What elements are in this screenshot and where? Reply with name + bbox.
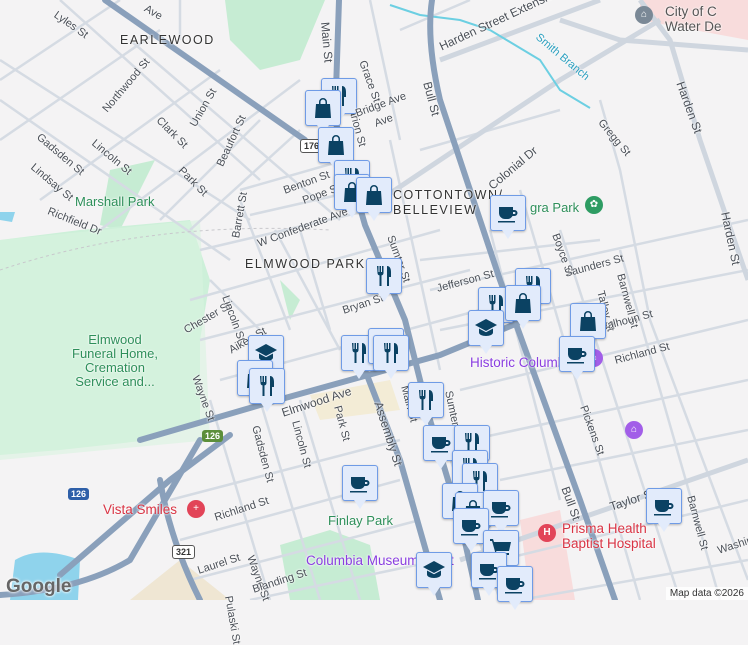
cafe-icon (496, 201, 520, 225)
cafe-marker[interactable] (490, 195, 526, 239)
map-attribution[interactable]: Map data ©2026 (665, 587, 748, 600)
restaurant-marker[interactable] (408, 382, 444, 426)
restaurant-marker[interactable] (249, 368, 285, 412)
cafe-icon (489, 496, 513, 520)
shopping-marker[interactable] (305, 90, 341, 134)
google-logo: Google (6, 576, 72, 597)
poi-line: Service and... (75, 374, 155, 389)
shopping-icon (324, 133, 348, 157)
park-finlay: Finlay Park (328, 513, 394, 528)
restaurant-icon (372, 264, 396, 288)
park-pin-icon[interactable]: ✿ (585, 196, 603, 214)
poi-line: Cremation (85, 360, 145, 375)
shopping-icon (576, 309, 600, 333)
neighborhood-earlewood: EARLEWOOD (120, 33, 215, 47)
cafe-icon (429, 431, 453, 455)
cafe-icon (348, 471, 372, 495)
education-icon (474, 316, 498, 340)
park-segra: gra Park (530, 200, 580, 215)
dentist-pin-icon[interactable]: + (187, 500, 205, 518)
cafe-marker[interactable] (342, 465, 378, 509)
restaurant-marker[interactable] (373, 335, 409, 379)
education-icon (422, 558, 446, 582)
government-pin-icon[interactable]: ⌂ (635, 6, 653, 24)
restaurant-icon (414, 388, 438, 412)
hospital-pin-icon[interactable]: H (538, 524, 556, 542)
route-321-shield: 321 (172, 545, 196, 559)
interstate-126-shield: 126 (202, 430, 224, 442)
neighborhood-cottontown: COTTONTOWN/ (393, 188, 504, 202)
shopping-marker[interactable] (318, 127, 354, 171)
cafe-icon (652, 494, 676, 518)
poi-elmwood-funeral-home[interactable]: Elmwood Funeral Home, Cremation Service … (60, 333, 170, 389)
poi-line: City of C (665, 4, 717, 19)
restaurant-marker[interactable] (366, 258, 402, 302)
street-label: Pulaski St (222, 594, 243, 645)
shopping-marker[interactable] (570, 303, 606, 347)
cafe-icon (503, 572, 527, 596)
cafe-marker[interactable] (559, 336, 595, 380)
poi-vista-smiles[interactable]: Vista Smiles (103, 502, 177, 517)
cafe-marker[interactable] (497, 566, 533, 610)
poi-line: Prisma Health (562, 521, 647, 536)
poi-prisma-health[interactable]: Prisma Health Baptist Hospital (562, 521, 656, 551)
cafe-marker[interactable] (646, 488, 682, 532)
shopping-icon (362, 183, 386, 207)
shopping-marker[interactable] (505, 285, 541, 329)
shopping-marker[interactable] (356, 177, 392, 221)
restaurant-icon (379, 341, 403, 365)
poi-line: Water De (665, 19, 722, 34)
neighborhood-belleview: BELLEVIEW (393, 203, 478, 217)
park-marshall: Marshall Park (75, 194, 155, 209)
neighborhood-elmwood-park: ELMWOOD PARK (245, 257, 366, 271)
poi-water-department[interactable]: City of C Water De (665, 4, 722, 34)
poi-line: Baptist Hospital (562, 536, 656, 551)
cafe-icon (565, 342, 589, 366)
poi-line: Funeral Home, (72, 346, 158, 361)
poi-line: Elmwood (88, 332, 142, 347)
restaurant-icon (255, 374, 279, 398)
interstate-126-shield: 126 (68, 488, 90, 500)
museum-pin-icon[interactable]: ⌂ (625, 421, 643, 439)
cafe-icon (459, 514, 483, 538)
education-marker[interactable] (416, 552, 452, 596)
education-marker[interactable] (468, 310, 504, 354)
shopping-icon (511, 291, 535, 315)
shopping-icon (311, 96, 335, 120)
